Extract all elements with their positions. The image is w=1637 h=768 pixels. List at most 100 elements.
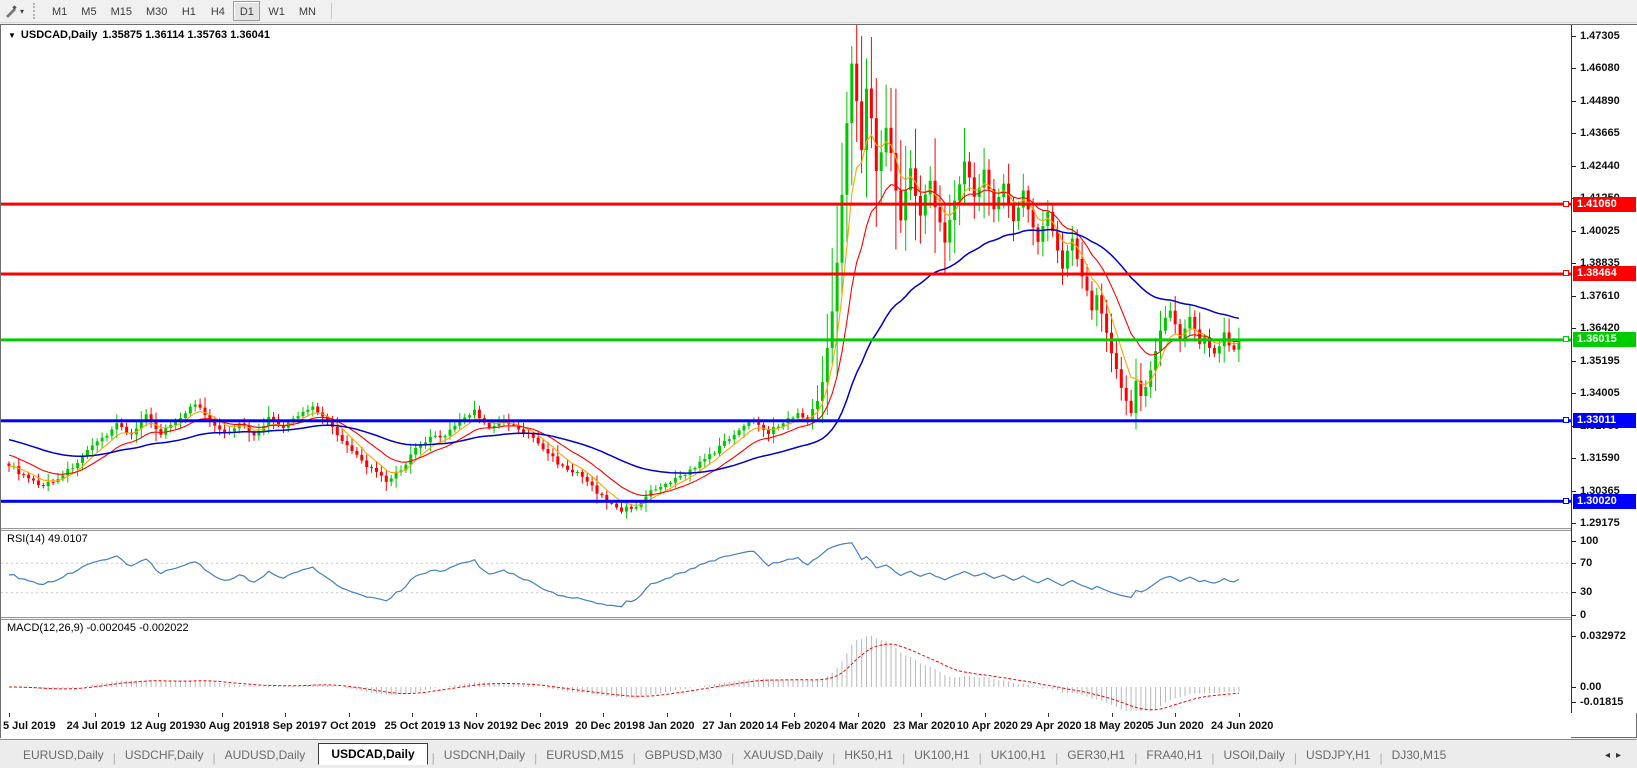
resistance-line[interactable]: [1, 203, 1571, 206]
support-line[interactable]: [1, 500, 1571, 503]
macd-axis-label: -0.01815: [1572, 696, 1637, 709]
timeframe-buttons: M1M5M15M30H1H4D1W1MN: [45, 0, 323, 22]
rsi-panel[interactable]: RSI(14) 49.0107: [1, 531, 1571, 617]
price-badge-support-line[interactable]: 1.33011: [1573, 413, 1636, 428]
support-line[interactable]: [1, 419, 1571, 422]
rsi-axis-label: 70: [1572, 557, 1637, 570]
date-axis-label: 8 Jan 2020: [639, 720, 695, 732]
ma-fast-line: [9, 135, 1239, 506]
date-axis-label: 18 Sep 2019: [257, 720, 320, 732]
cursor-tool-icon[interactable]: [4, 4, 18, 18]
date-axis-label: 20 Dec 2019: [575, 720, 638, 732]
current-price-line[interactable]: [1, 338, 1571, 341]
date-axis-label: 4 Mar 2020: [830, 720, 886, 732]
timeframe-button-d1[interactable]: D1: [233, 1, 260, 21]
chart-tab-eurusd-m15[interactable]: EURUSD,M15: [537, 745, 632, 765]
line-handle-icon[interactable]: [1563, 270, 1569, 276]
date-axis-label: 27 Jan 2020: [702, 720, 764, 732]
price-axis-tick: 1.29175: [1572, 517, 1637, 530]
macd-axis-label: 0.032972: [1572, 630, 1637, 643]
chart-tab-uk100-h1[interactable]: UK100,H1: [982, 745, 1055, 765]
ma-slow-line: [9, 230, 1239, 474]
price-badge-current-price-line[interactable]: 1.36015: [1573, 332, 1636, 347]
date-axis-label: 14 Feb 2020: [766, 720, 828, 732]
chart-window: ▼ USDCAD,Daily 1.35875 1.36114 1.35763 1…: [0, 24, 1637, 738]
tab-scroll-right-icon[interactable]: ▸: [1616, 750, 1627, 761]
chart-tab-bar: EURUSD,Daily|USDCHF,Daily|AUDUSD,DailyUS…: [0, 739, 1637, 768]
date-axis-tick: [285, 713, 286, 717]
chart-tab-gbpusd-m30[interactable]: GBPUSD,M30: [636, 745, 731, 765]
price-axis-tick: 1.43665: [1572, 127, 1637, 140]
line-handle-icon[interactable]: [1563, 201, 1569, 207]
chart-tab-dj30-m15[interactable]: DJ30,M15: [1383, 745, 1456, 765]
chart-tab-ger30-h1[interactable]: GER30,H1: [1058, 745, 1134, 765]
price-axis-tick: 1.44890: [1572, 95, 1637, 108]
candlestick-chart-canvas[interactable]: [1, 25, 1571, 528]
rsi-axis-label: 0: [1572, 609, 1637, 622]
chart-symbol-label: USDCAD,Daily: [21, 29, 97, 41]
date-axis-tick: [95, 713, 96, 717]
price-axis-tick: 1.47305: [1572, 30, 1637, 43]
date-axis-label: 2 Dec 2019: [512, 720, 569, 732]
price-axis-tick: 1.46080: [1572, 62, 1637, 75]
macd-signal-line: [9, 644, 1239, 710]
line-handle-icon[interactable]: [1563, 336, 1569, 342]
timeframe-button-m30[interactable]: M30: [140, 1, 173, 21]
date-axis-tick: [222, 713, 223, 717]
timeframes-toolbar: ▾ M1M5M15M30H1H4D1W1MN: [0, 0, 1637, 23]
date-axis-tick: [158, 713, 159, 717]
date-axis-label: 24 Jun 2020: [1211, 720, 1273, 732]
timeframe-button-h4[interactable]: H4: [204, 1, 231, 21]
price-badge-resistance-line[interactable]: 1.38464: [1573, 266, 1636, 281]
timeframe-button-mn[interactable]: MN: [293, 1, 322, 21]
timeframe-button-h1[interactable]: H1: [175, 1, 202, 21]
timeframe-button-w1[interactable]: W1: [262, 1, 291, 21]
chart-tab-fra40-h1[interactable]: FRA40,H1: [1137, 745, 1211, 765]
chart-tab-usdchf-daily[interactable]: USDCHF,Daily: [116, 745, 213, 765]
macd-histogram: [9, 636, 1239, 711]
macd-canvas: [1, 620, 1571, 713]
chart-tab-usdcad-daily[interactable]: USDCAD,Daily: [318, 743, 427, 765]
line-handle-icon[interactable]: [1563, 498, 1569, 504]
chart-tab-usdcnh-daily[interactable]: USDCNH,Daily: [435, 745, 534, 765]
resistance-line[interactable]: [1, 273, 1571, 276]
toolbar-grip[interactable]: [33, 3, 38, 19]
rsi-axis-label: 100: [1572, 535, 1637, 548]
date-axis-tick: [1112, 713, 1113, 717]
chart-ohlc-values: 1.35875 1.36114 1.35763 1.36041: [102, 29, 270, 41]
chart-tab-uk100-h1[interactable]: UK100,H1: [905, 745, 978, 765]
cursor-tool-dropdown-icon[interactable]: ▾: [20, 7, 24, 16]
main-chart-panel[interactable]: ▼ USDCAD,Daily 1.35875 1.36114 1.35763 1…: [1, 25, 1571, 528]
date-axis-label: 18 May 2020: [1084, 720, 1148, 732]
chart-tab-hk50-h1[interactable]: HK50,H1: [835, 745, 902, 765]
timeframe-button-m15[interactable]: M15: [105, 1, 138, 21]
candlestick-series: [8, 25, 1241, 519]
date-axis-label: 23 Mar 2020: [893, 720, 955, 732]
date-axis: 5 Jul 201924 Jul 201912 Aug 201930 Aug 2…: [1, 713, 1571, 739]
price-badge-resistance-line[interactable]: 1.41060: [1573, 197, 1636, 212]
date-axis-tick: [858, 713, 859, 717]
timeframe-button-m1[interactable]: M1: [46, 1, 73, 21]
date-axis-label: 29 Apr 2020: [1020, 720, 1081, 732]
price-badge-support-line[interactable]: 1.30020: [1573, 494, 1636, 509]
chart-tab-usoil-daily[interactable]: USOil,Daily: [1215, 745, 1294, 765]
timeframe-button-m5[interactable]: M5: [75, 1, 102, 21]
date-axis-tick: [921, 713, 922, 717]
macd-panel[interactable]: MACD(12,26,9) -0.002045 -0.002022: [1, 620, 1571, 713]
chart-tab-usdjpy-h1[interactable]: USDJPY,H1: [1297, 745, 1379, 765]
tab-scroll-left-icon[interactable]: ◂: [1605, 750, 1616, 761]
symbol-dropdown-triangle-icon[interactable]: ▼: [8, 31, 16, 40]
date-axis-label: 7 Oct 2019: [321, 720, 376, 732]
chart-tab-xauusd-daily[interactable]: XAUUSD,Daily: [734, 745, 832, 765]
chart-tab-audusd-daily[interactable]: AUDUSD,Daily: [216, 745, 315, 765]
date-axis-tick: [1048, 713, 1049, 717]
toolbar-separator: [331, 3, 332, 19]
chart-tab-eurusd-daily[interactable]: EURUSD,Daily: [14, 745, 113, 765]
tab-scroll-arrows: ◂▸: [1605, 750, 1627, 761]
price-axis-tick: 1.42440: [1572, 160, 1637, 173]
date-axis-label: 10 Apr 2020: [957, 720, 1018, 732]
line-handle-icon[interactable]: [1563, 417, 1569, 423]
date-axis-tick: [476, 713, 477, 717]
macd-axis-label: 0.00: [1572, 681, 1637, 694]
date-axis-tick: [985, 713, 986, 717]
